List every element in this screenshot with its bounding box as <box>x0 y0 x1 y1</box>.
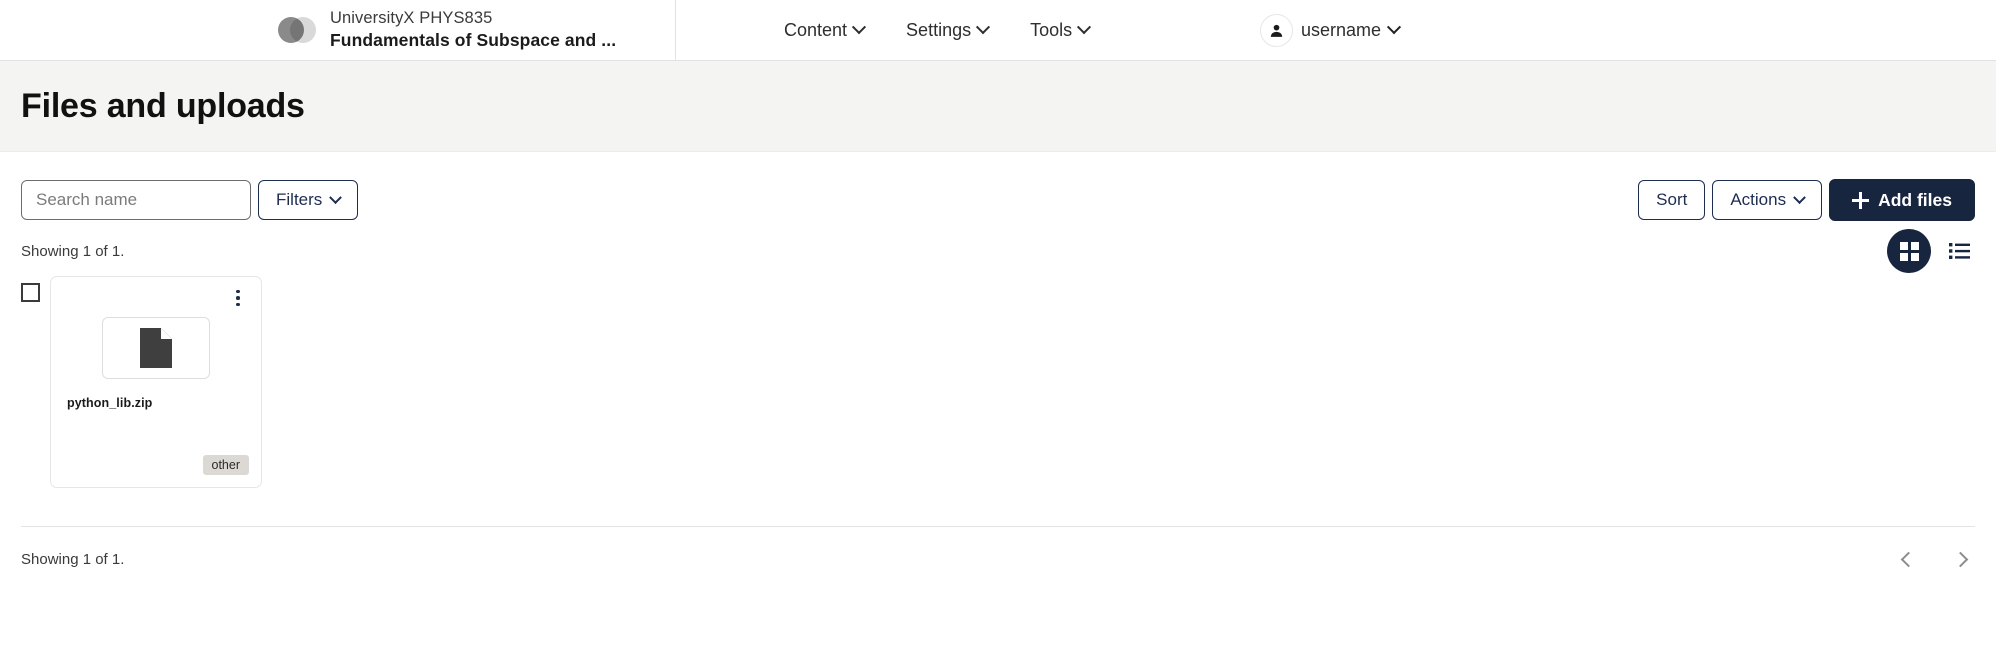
nav-item-tools-label: Tools <box>1030 19 1073 40</box>
list-view-icon[interactable] <box>1945 236 1975 266</box>
view-mode-toggles <box>1887 229 1975 273</box>
files-footer: Showing 1 of 1. <box>0 527 1996 591</box>
person-icon <box>1259 13 1293 47</box>
file-card-wrapper: python_lib.zip other <box>21 276 1975 488</box>
chevron-right-icon[interactable] <box>1945 544 1975 574</box>
brand-course-title: Fundamentals of Subspace and ... <box>330 30 617 51</box>
file-select-checkbox[interactable] <box>21 283 40 302</box>
brand-text: UniversityX PHYS835 Fundamentals of Subs… <box>330 9 616 50</box>
nav-item-content-label: Content <box>784 19 848 40</box>
primary-menu: Content Settings Tools <box>676 0 1260 60</box>
nav-item-settings[interactable]: Settings <box>906 19 991 41</box>
sort-button[interactable]: Sort <box>1638 180 1706 220</box>
chevron-down-icon <box>976 20 991 35</box>
pagination-controls <box>1893 544 1975 574</box>
file-type-badge: other <box>202 455 249 475</box>
account-menu-trigger[interactable]: username <box>1259 13 1402 47</box>
toolbar-actions: Sort Actions Add files <box>1638 179 1975 221</box>
grid-view-icon[interactable] <box>1887 229 1931 273</box>
brand-org-label: UniversityX PHYS835 <box>330 9 493 28</box>
sort-button-label: Sort <box>1656 190 1688 209</box>
actions-button-label: Actions <box>1730 190 1787 209</box>
actions-button[interactable]: Actions <box>1712 180 1823 220</box>
brand-zone[interactable]: UniversityX PHYS835 Fundamentals of Subs… <box>0 0 676 60</box>
top-navigation-bar: UniversityX PHYS835 Fundamentals of Subs… <box>0 0 1996 61</box>
add-files-button[interactable]: Add files <box>1829 179 1975 221</box>
filters-button-label: Filters <box>276 190 323 209</box>
chevron-down-icon <box>1793 190 1806 204</box>
results-count-top: Showing 1 of 1. <box>21 242 125 260</box>
chevron-down-icon <box>1386 20 1402 35</box>
results-count-row: Showing 1 of 1. <box>0 226 1996 276</box>
file-card[interactable]: python_lib.zip other <box>50 276 262 488</box>
chevron-down-icon <box>1077 20 1092 35</box>
nav-item-settings-label: Settings <box>906 19 972 40</box>
kebab-menu-icon[interactable] <box>227 287 249 309</box>
nav-item-tools[interactable]: Tools <box>1030 19 1092 41</box>
search-input[interactable] <box>21 180 251 220</box>
results-count-bottom: Showing 1 of 1. <box>21 550 125 568</box>
file-name-label: python_lib.zip <box>67 396 153 410</box>
add-files-button-label: Add files <box>1878 189 1952 210</box>
username-label: username <box>1300 19 1381 40</box>
files-grid: python_lib.zip other <box>0 276 1996 526</box>
chevron-down-icon <box>329 190 343 204</box>
nav-item-content[interactable]: Content <box>784 19 867 41</box>
page-title: Files and uploads <box>21 86 305 125</box>
filters-button[interactable]: Filters <box>258 180 359 220</box>
overlapping-circles-logo-icon <box>278 17 316 43</box>
plus-icon <box>1852 191 1870 209</box>
chevron-left-icon[interactable] <box>1893 544 1923 574</box>
files-toolbar: Filters Sort Actions Add files <box>0 152 1996 226</box>
chevron-down-icon <box>851 20 867 35</box>
file-thumbnail <box>102 317 210 379</box>
account-menu: username <box>1259 0 1996 60</box>
page-header-band: Files and uploads <box>0 61 1996 152</box>
document-file-icon <box>140 328 172 368</box>
